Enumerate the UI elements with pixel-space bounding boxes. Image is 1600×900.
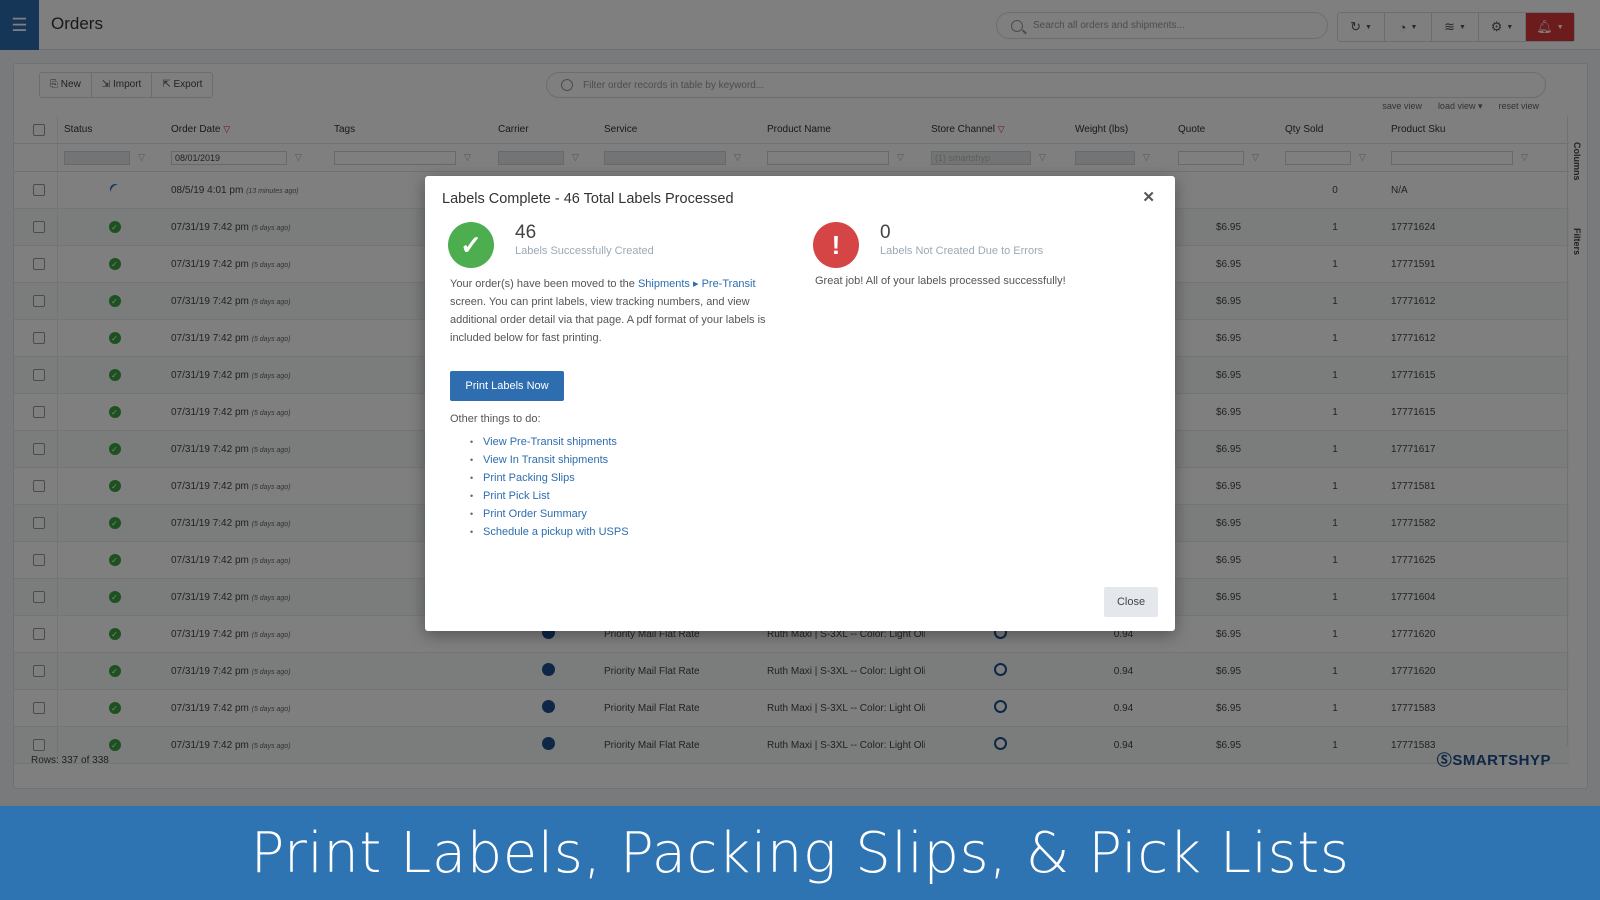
list-item: Print Pick List	[450, 487, 629, 505]
success-stat: ✓ 46 Labels Successfully Created	[448, 222, 654, 268]
moved-text: Your order(s) have been moved to the	[450, 278, 638, 290]
moved-text-rest: screen. You can print labels, view track…	[450, 296, 766, 344]
schedule-usps-pickup-link[interactable]: Schedule a pickup with USPS	[483, 526, 629, 538]
success-count: 46	[515, 222, 537, 243]
list-item: Schedule a pickup with USPS	[450, 523, 629, 541]
list-item: View Pre-Transit shipments	[450, 433, 629, 451]
error-label: Labels Not Created Due to Errors	[880, 245, 1044, 257]
list-item: Print Packing Slips	[450, 469, 629, 487]
labels-complete-modal: Labels Complete - 46 Total Labels Proces…	[425, 176, 1175, 631]
moved-message: Your order(s) have been moved to the Shi…	[450, 275, 785, 347]
other-actions-list: View Pre-Transit shipments View In Trans…	[450, 433, 629, 541]
error-stat: ! 0 Labels Not Created Due to Errors	[813, 222, 1043, 268]
view-pre-transit-link[interactable]: View Pre-Transit shipments	[483, 436, 617, 448]
list-item: Print Order Summary	[450, 505, 629, 523]
other-things-heading: Other things to do:	[450, 413, 541, 425]
great-job-message: Great job! All of your labels processed …	[815, 275, 1066, 287]
exclamation-circle-icon: !	[813, 222, 859, 268]
pre-transit-link[interactable]: Pre-Transit	[702, 278, 756, 290]
print-order-summary-link[interactable]: Print Order Summary	[483, 508, 587, 520]
shipments-link[interactable]: Shipments	[638, 278, 690, 290]
check-circle-icon: ✓	[448, 222, 494, 268]
list-item: View In Transit shipments	[450, 451, 629, 469]
print-packing-slips-link[interactable]: Print Packing Slips	[483, 472, 575, 484]
caption-banner: Print Labels, Packing Slips, & Pick List…	[0, 806, 1600, 900]
breadcrumb-arrow-icon: ▸	[689, 278, 702, 290]
success-label: Labels Successfully Created	[515, 245, 654, 257]
view-in-transit-link[interactable]: View In Transit shipments	[483, 454, 608, 466]
close-icon[interactable]: ✕	[1142, 188, 1155, 206]
print-pick-list-link[interactable]: Print Pick List	[483, 490, 550, 502]
print-labels-now-button[interactable]: Print Labels Now	[450, 371, 564, 401]
error-count: 0	[880, 222, 891, 243]
modal-title: Labels Complete - 46 Total Labels Proces…	[442, 191, 734, 207]
caption-text: Print Labels, Packing Slips, & Pick List…	[250, 820, 1350, 886]
close-button[interactable]: Close	[1104, 587, 1158, 617]
